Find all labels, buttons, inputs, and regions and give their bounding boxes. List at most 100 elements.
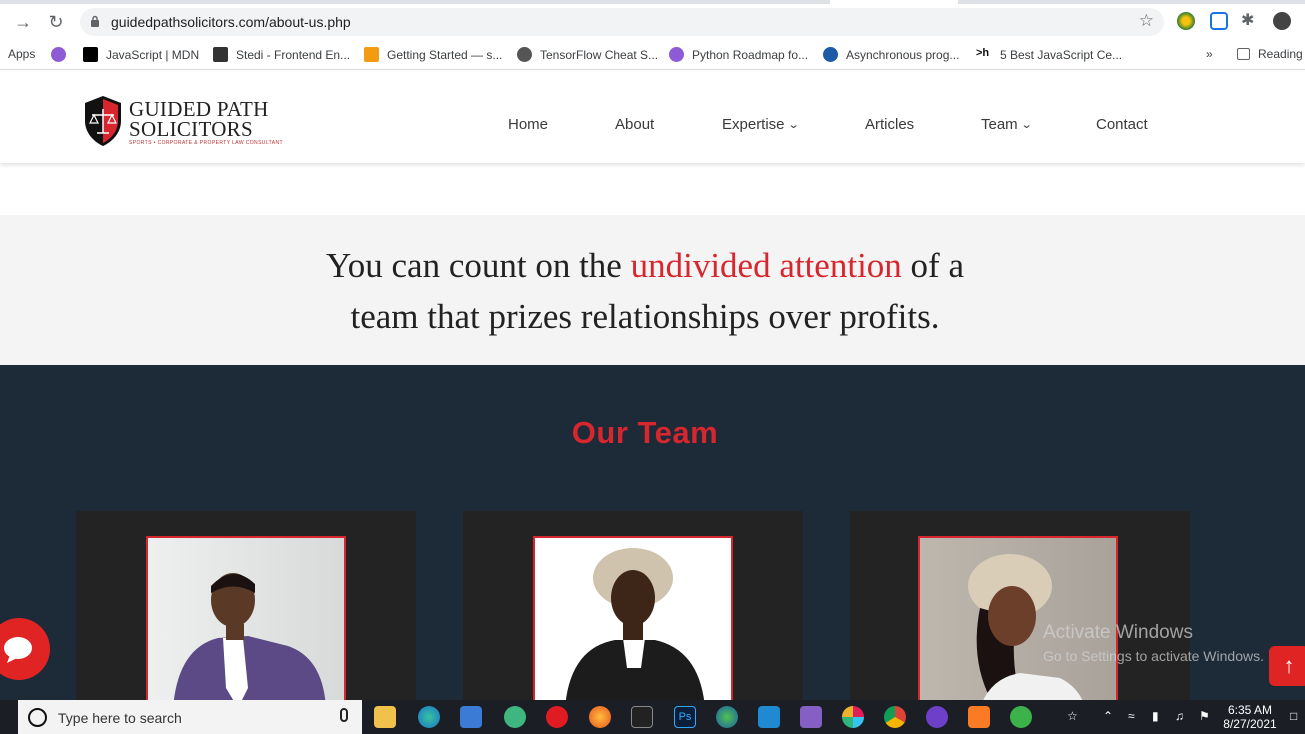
nav-contact[interactable]: Contact — [1096, 116, 1148, 133]
portrait-barrister-image — [565, 548, 705, 704]
firefox-icon[interactable] — [589, 706, 611, 728]
bookmark-icon-only[interactable] — [51, 47, 74, 62]
nav-label: Home — [508, 116, 549, 133]
quote-line1: You can count on the undivided attention… — [0, 240, 1290, 291]
clock-date: 8/27/2021 — [1223, 717, 1277, 731]
stedi-favicon-icon — [213, 47, 228, 62]
tray-chevron-up-icon[interactable]: ⌃ — [1103, 709, 1113, 723]
team-card[interactable] — [76, 511, 416, 711]
github-desktop-icon[interactable] — [926, 706, 948, 728]
portrait-man-image — [173, 573, 326, 704]
extension-globe-icon[interactable] — [1177, 12, 1195, 30]
globe-favicon-icon — [517, 47, 532, 62]
bookmark-getting-started[interactable]: Getting Started — s... — [364, 47, 502, 62]
chat-widget-button[interactable] — [0, 618, 50, 680]
people-icon[interactable]: ☆ — [1067, 709, 1078, 723]
bookmark-label: 5 Best JavaScript Ce... — [1000, 47, 1123, 62]
notification-icon[interactable]: □ — [1290, 709, 1297, 723]
quote-highlight: undivided attention — [630, 246, 902, 285]
volume-icon[interactable]: ♫ — [1175, 709, 1184, 723]
reload-icon[interactable]: ↻ — [45, 11, 67, 33]
address-bar[interactable]: guidedpathsolicitors.com/about-us.php ☆ — [80, 8, 1164, 36]
mdn-favicon-icon — [83, 47, 98, 62]
activate-title: Activate Windows — [1043, 622, 1193, 643]
photoshop-icon[interactable]: Ps — [674, 706, 696, 728]
activate-windows-watermark: Activate Windows Go to Settings to activ… — [1043, 622, 1264, 664]
nav-about[interactable]: About — [615, 116, 654, 133]
android-studio-icon[interactable] — [504, 706, 526, 728]
wifi-icon[interactable]: ≈ — [1128, 709, 1135, 723]
quote-text: You can count on the undivided attention… — [0, 240, 1290, 342]
url-text: guidedpathsolicitors.com/about-us.php — [111, 14, 351, 30]
extensions-puzzle-icon[interactable]: ✱ — [1241, 10, 1259, 29]
bookmarks-bar: Apps JavaScript | MDN Stedi - Frontend E… — [0, 40, 1305, 70]
earth-icon[interactable] — [716, 706, 738, 728]
quote-line2: team that prizes relationships over prof… — [350, 297, 940, 336]
reading-list-button[interactable]: Reading — [1237, 47, 1303, 61]
file-explorer-icon[interactable] — [374, 706, 396, 728]
bookmark-label: Stedi - Frontend En... — [236, 47, 351, 62]
logo-wordmark[interactable]: GUIDED PATH SOLICITORS — [129, 97, 269, 140]
bookmark-async[interactable]: Asynchronous prog... — [823, 47, 959, 62]
bookmark-js-cert[interactable]: >h 5 Best JavaScript Ce... — [976, 47, 1122, 62]
nav-label: Team — [981, 116, 1018, 133]
xampp-icon[interactable] — [968, 706, 990, 728]
nav-expertise[interactable]: Expertise ⌄ — [722, 116, 800, 133]
visual-studio-icon[interactable] — [800, 706, 822, 728]
chevron-down-icon: ⌄ — [787, 119, 800, 131]
vscode-icon[interactable] — [758, 706, 780, 728]
bookmark-star-icon[interactable]: ☆ — [1139, 11, 1154, 31]
bookmarks-more-button[interactable]: » — [1206, 47, 1213, 61]
bookmark-python[interactable]: Python Roadmap fo... — [669, 47, 808, 62]
shield-logo-icon[interactable] — [84, 95, 122, 147]
profile-avatar[interactable] — [1273, 12, 1291, 30]
nav-team[interactable]: Team ⌄ — [981, 116, 1033, 133]
bookmark-label: Python Roadmap fo... — [692, 47, 809, 62]
bookmark-tensorflow[interactable]: TensorFlow Cheat S... — [517, 47, 658, 62]
store-icon[interactable] — [460, 706, 482, 728]
opera-icon[interactable] — [546, 706, 568, 728]
roadmap-favicon-icon — [669, 47, 684, 62]
chart-favicon-icon — [364, 47, 379, 62]
bookmark-favicon-icon — [51, 47, 66, 62]
more-chevron-icon: » — [1206, 47, 1213, 61]
nav-home[interactable]: Home — [508, 116, 548, 133]
nav-articles[interactable]: Articles — [865, 116, 914, 133]
team-card[interactable] — [850, 511, 1190, 711]
activate-subtitle: Go to Settings to activate Windows. — [1043, 648, 1264, 664]
scroll-to-top-button[interactable]: ↑ — [1269, 646, 1305, 686]
chrome-icon[interactable] — [884, 706, 906, 728]
terminal-icon[interactable] — [631, 706, 653, 728]
reading-list-label: Reading — [1258, 47, 1303, 61]
nav-label: Expertise — [722, 116, 785, 133]
bookmark-mdn[interactable]: JavaScript | MDN — [83, 47, 199, 62]
bookmark-label: JavaScript | MDN — [106, 47, 200, 62]
microphone-icon[interactable] — [340, 708, 348, 722]
taskbar-search-placeholder: Type here to search — [58, 710, 182, 726]
team-title: Our Team — [571, 415, 719, 450]
taskbar-clock[interactable]: 6:35 AM 8/27/2021 — [1222, 703, 1278, 731]
arrow-up-icon: ↑ — [1283, 653, 1295, 678]
browser-toolbar: → ↻ guidedpathsolicitors.com/about-us.ph… — [0, 0, 1305, 40]
slack-icon[interactable] — [842, 706, 864, 728]
back-arrow-icon[interactable]: → — [12, 11, 34, 33]
quote-part1: You can count on the — [325, 246, 631, 285]
team-member-photo[interactable] — [146, 536, 346, 706]
bookmark-apps[interactable]: Apps — [8, 47, 35, 61]
language-icon[interactable]: ⚑ — [1199, 709, 1210, 723]
extension-doc-icon[interactable] — [1210, 12, 1228, 30]
team-card[interactable] — [463, 511, 803, 711]
cortana-circle-icon — [28, 708, 47, 727]
chat-bubble-icon — [4, 637, 32, 663]
nav-label: Articles — [865, 116, 915, 133]
reading-list-icon — [1237, 48, 1250, 60]
chevron-down-icon: ⌄ — [1020, 119, 1033, 131]
team-member-photo[interactable] — [533, 536, 733, 706]
team-member-photo[interactable] — [918, 536, 1118, 706]
edge-icon[interactable] — [418, 706, 440, 728]
bookmark-stedi[interactable]: Stedi - Frontend En... — [213, 47, 350, 62]
battery-icon[interactable]: ▮ — [1152, 709, 1159, 723]
taskbar-search-box[interactable]: Type here to search — [18, 700, 362, 734]
logo-line1: GUIDED PATH — [129, 97, 269, 121]
feather-app-icon[interactable] — [1010, 706, 1032, 728]
